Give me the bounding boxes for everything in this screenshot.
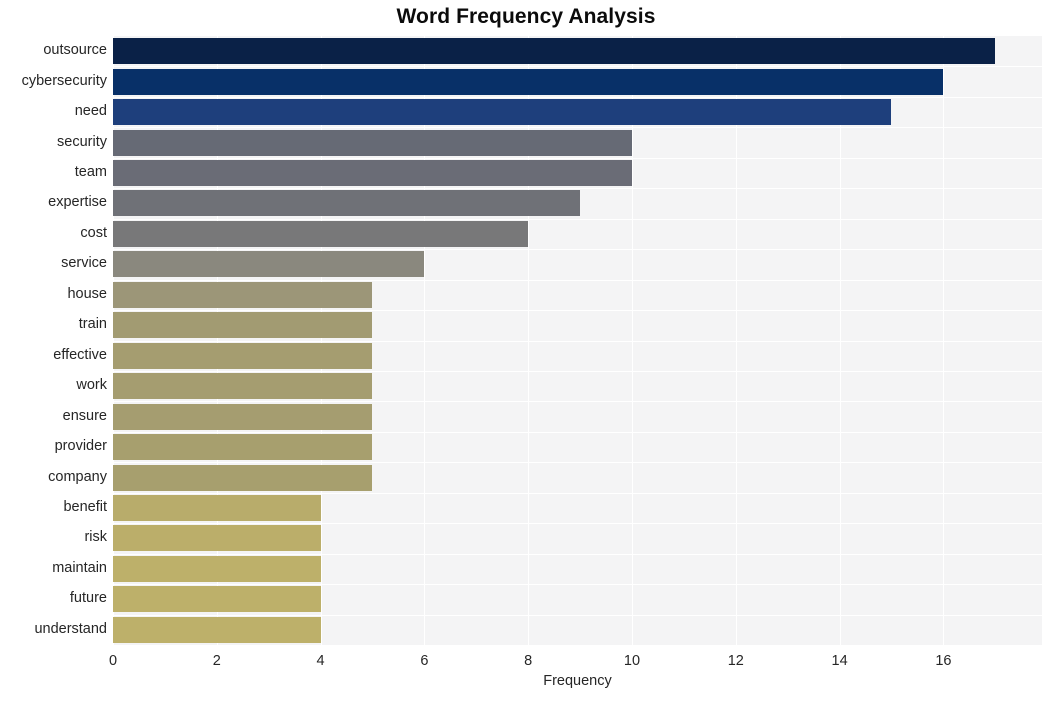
x-axis: 0 2 4 6 8 10 12 14 16 <box>0 645 1052 675</box>
gridline-horizontal <box>113 492 1042 494</box>
bar-row <box>113 555 1042 582</box>
word-frequency-chart: Word Frequency Analysis outsource cyberse… <box>0 0 1052 701</box>
gridline-horizontal <box>113 553 1042 555</box>
bar-work <box>113 373 373 400</box>
bar-security <box>113 129 632 156</box>
bar-row <box>113 129 1042 156</box>
gridline-horizontal <box>113 310 1042 312</box>
y-tick-label-need: need <box>74 103 107 120</box>
y-tick-label-service: service <box>61 255 107 272</box>
y-tick-label-future: future <box>69 590 107 607</box>
y-tick-label-provider: provider <box>54 438 107 455</box>
bar-provider <box>113 434 373 461</box>
bar-cybersecurity <box>113 68 944 95</box>
bar-row <box>113 160 1042 187</box>
gridline-horizontal <box>113 249 1042 251</box>
bar-row <box>113 403 1042 430</box>
bar-expertise <box>113 190 581 217</box>
x-axis-label: Frequency <box>543 673 612 689</box>
bar-understand <box>113 616 321 643</box>
y-tick-label-company: company <box>48 468 107 485</box>
y-tick-label-train: train <box>78 316 107 333</box>
bar-team <box>113 160 632 187</box>
x-tick-label-4: 4 <box>316 653 325 669</box>
x-tick-label-14: 14 <box>831 653 848 669</box>
bar-future <box>113 586 321 613</box>
y-tick-label-team: team <box>74 164 107 181</box>
bar-row <box>113 586 1042 613</box>
gridline-horizontal <box>113 431 1042 433</box>
bar-row <box>113 220 1042 247</box>
bar-row <box>113 281 1042 308</box>
gridline-horizontal <box>113 340 1042 342</box>
bar-company <box>113 464 373 491</box>
gridline-horizontal <box>113 401 1042 403</box>
y-tick-label-effective: effective <box>53 346 107 363</box>
y-tick-label-cybersecurity: cybersecurity <box>21 72 107 89</box>
bar-row <box>113 38 1042 65</box>
gridline-horizontal <box>113 188 1042 190</box>
bar-row <box>113 251 1042 278</box>
y-tick-label-cost: cost <box>80 224 107 241</box>
gridline-horizontal <box>113 584 1042 586</box>
gridline-horizontal <box>113 370 1042 372</box>
bar-row <box>113 434 1042 461</box>
bar-effective <box>113 342 373 369</box>
bar-maintain <box>113 555 321 582</box>
bar-risk <box>113 525 321 552</box>
gridline-horizontal <box>113 279 1042 281</box>
x-tick-label-8: 8 <box>524 653 533 669</box>
bar-cost <box>113 220 529 247</box>
gridline-horizontal <box>113 462 1042 464</box>
y-tick-label-outsource: outsource <box>43 42 107 59</box>
x-tick-label-6: 6 <box>420 653 429 669</box>
y-tick-label-risk: risk <box>84 529 107 546</box>
x-tick-label-12: 12 <box>727 653 744 669</box>
y-axis: outsource cybersecurity need security team ex… <box>0 36 107 645</box>
gridline-horizontal <box>113 218 1042 220</box>
bar-row <box>113 68 1042 95</box>
chart-title: Word Frequency Analysis <box>396 5 656 28</box>
bar-service <box>113 251 425 278</box>
y-tick-label-work: work <box>76 377 107 394</box>
gridline-horizontal <box>113 157 1042 159</box>
bar-outsource <box>113 38 996 65</box>
bar-benefit <box>113 494 321 521</box>
bar-need <box>113 99 892 126</box>
y-tick-label-ensure: ensure <box>62 407 107 424</box>
gridline-horizontal <box>113 614 1042 616</box>
y-tick-label-security: security <box>57 133 107 150</box>
bar-row <box>113 190 1042 217</box>
bar-row <box>113 312 1042 339</box>
bar-row <box>113 494 1042 521</box>
y-tick-label-maintain: maintain <box>52 559 107 576</box>
y-tick-label-understand: understand <box>34 620 107 637</box>
bar-row <box>113 342 1042 369</box>
y-tick-label-expertise: expertise <box>48 194 107 211</box>
bar-row <box>113 616 1042 643</box>
bar-ensure <box>113 403 373 430</box>
x-tick-label-2: 2 <box>212 653 221 669</box>
x-tick-label-16: 16 <box>935 653 952 669</box>
x-tick-label-10: 10 <box>623 653 641 669</box>
gridline-horizontal <box>113 96 1042 98</box>
bar-house <box>113 281 373 308</box>
bar-row <box>113 99 1042 126</box>
x-tick-label-0: 0 <box>108 653 118 669</box>
bar-row <box>113 525 1042 552</box>
bar-row <box>113 464 1042 491</box>
y-tick-label-benefit: benefit <box>63 498 107 515</box>
gridline-horizontal <box>113 127 1042 129</box>
gridline-horizontal <box>113 66 1042 68</box>
y-tick-label-house: house <box>67 285 107 302</box>
bar-row <box>113 373 1042 400</box>
gridline-horizontal <box>113 523 1042 525</box>
bar-train <box>113 312 373 339</box>
plot-area <box>113 36 1042 645</box>
